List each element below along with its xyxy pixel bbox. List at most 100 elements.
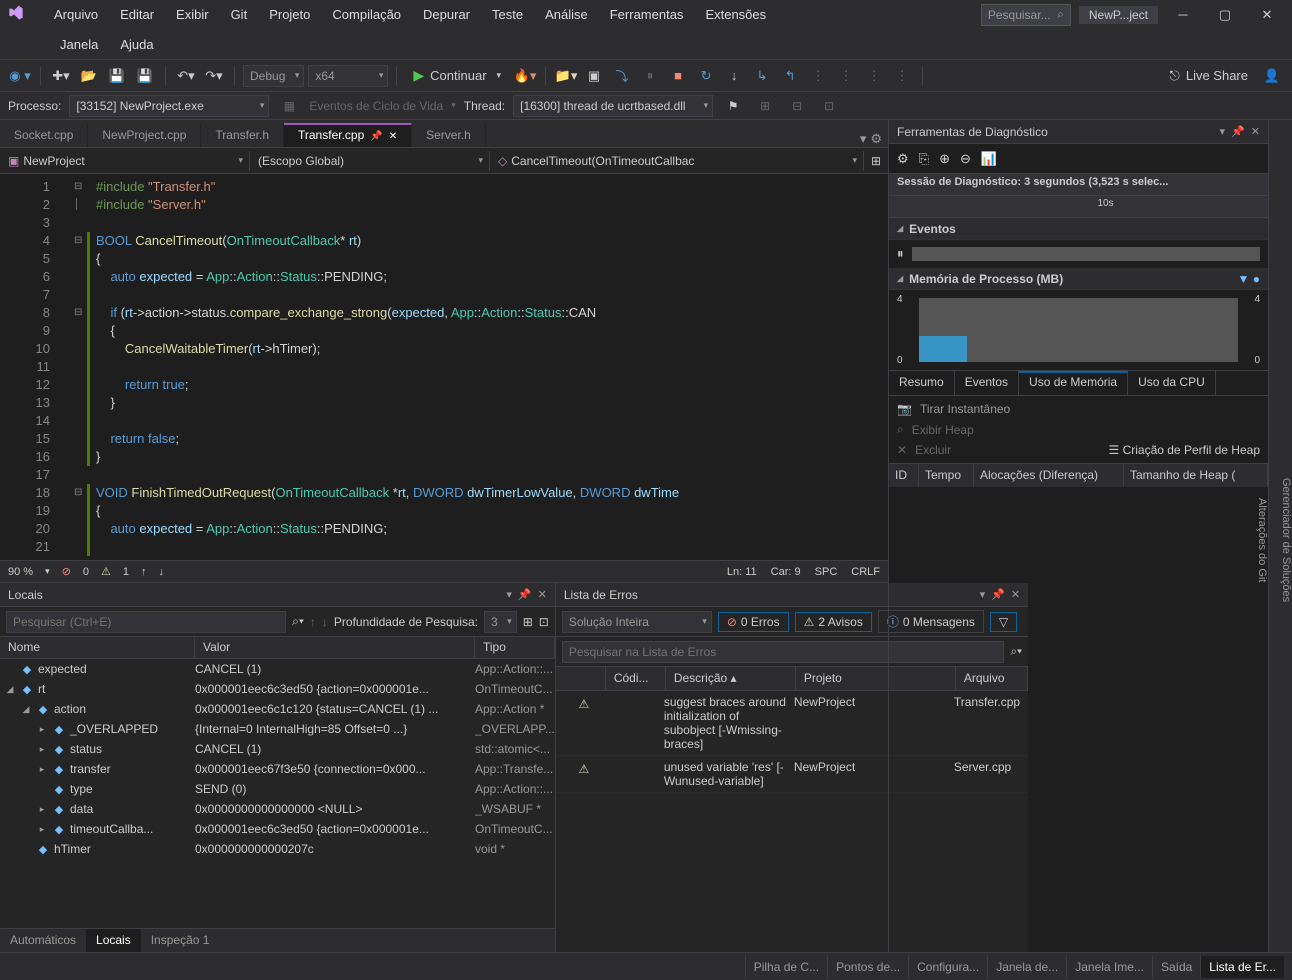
status-tab[interactable]: Configura...	[908, 956, 987, 978]
mem-header[interactable]: Memória de Processo (MB) ▼ ●	[889, 268, 1268, 290]
col-code[interactable]: Códi...	[606, 667, 666, 690]
lifecycle-icon[interactable]: ▦	[277, 94, 301, 118]
locals-tab[interactable]: Inspeção 1	[141, 929, 220, 952]
fold-icon[interactable]: │	[74, 196, 80, 214]
diag-tab[interactable]: Eventos	[955, 371, 1019, 395]
eol-indicator[interactable]: CRLF	[851, 566, 880, 578]
warn-count-pill[interactable]: ⚠2 Avisos	[795, 612, 872, 632]
menu-janela[interactable]: Janela	[50, 33, 108, 56]
panel-dropdown-icon[interactable]: ▾	[1220, 125, 1226, 138]
gear-icon[interactable]: ⚙	[897, 151, 909, 167]
user-icon[interactable]: 👤	[1260, 64, 1284, 88]
diag-tab[interactable]: Uso de Memória	[1019, 371, 1128, 395]
local-row[interactable]: ◆expectedCANCEL (1)App::Action::...	[0, 659, 555, 679]
indent-indicator[interactable]: SPC	[815, 566, 838, 578]
fold-icon[interactable]: ⊟	[74, 232, 82, 250]
file-tab[interactable]: Transfer.cpp📌✕	[284, 123, 412, 147]
stack2-icon[interactable]: ⊟	[785, 94, 809, 118]
local-row[interactable]: ▸◆_OVERLAPPED{Internal=0 InternalHigh=85…	[0, 719, 555, 739]
dots4-icon[interactable]: ⋮	[890, 64, 914, 88]
locals-tab[interactable]: Locais	[86, 929, 141, 952]
local-row[interactable]: ▸◆data0x0000000000000000 <NULL>_WSABUF *	[0, 799, 555, 819]
menu-depurar[interactable]: Depurar	[413, 3, 480, 26]
minimize-button[interactable]: ─	[1166, 2, 1200, 28]
menu-ferramentas[interactable]: Ferramentas	[600, 3, 694, 26]
zoom-out-icon[interactable]: ⊖	[960, 151, 971, 167]
menu-git[interactable]: Git	[221, 3, 258, 26]
nav-down-icon[interactable]: ↓	[322, 615, 328, 629]
pause-icon[interactable]: ⏸	[638, 64, 662, 88]
restart-icon[interactable]: ↻	[694, 64, 718, 88]
diag-timeline[interactable]: 10s	[889, 196, 1268, 218]
new-item-icon[interactable]: ✚▾	[49, 64, 73, 88]
step-over-icon[interactable]: ⤵	[610, 64, 634, 88]
locals-tab[interactable]: Automáticos	[0, 929, 86, 952]
window-icon[interactable]: ▣	[582, 64, 606, 88]
solution-name[interactable]: NewP...ject	[1079, 6, 1158, 24]
col-heap[interactable]: Tamanho de Heap (	[1124, 464, 1268, 487]
menu-análise[interactable]: Análise	[535, 3, 598, 26]
close-button[interactable]: ✕	[1250, 2, 1284, 28]
col-desc[interactable]: Descrição ▴	[666, 667, 796, 690]
menu-ajuda[interactable]: Ajuda	[110, 33, 163, 56]
status-tab[interactable]: Pontos de...	[827, 956, 908, 978]
fold-icon[interactable]: ⊟	[74, 484, 82, 502]
zoom-in-icon[interactable]: ⊕	[939, 151, 950, 167]
nav-scope[interactable]: (Escopo Global)	[250, 151, 490, 171]
flag-icon[interactable]: ⚑	[721, 94, 745, 118]
col-name[interactable]: Nome	[0, 637, 195, 658]
maximize-button[interactable]: ▢	[1208, 2, 1242, 28]
nav-project[interactable]: ▣NewProject	[0, 151, 250, 171]
menu-extensões[interactable]: Extensões	[695, 3, 776, 26]
diag-tab[interactable]: Resumo	[889, 371, 955, 395]
menu-compilação[interactable]: Compilação	[322, 3, 411, 26]
file-tab[interactable]: Server.h	[412, 123, 486, 147]
process-combo[interactable]: [33152] NewProject.exe	[69, 95, 269, 117]
panel-pin-icon[interactable]: 📌	[518, 588, 532, 601]
local-row[interactable]: ◢◆action0x000001eec6c1c120 {status=CANCE…	[0, 699, 555, 719]
status-tab[interactable]: Pilha de C...	[745, 956, 827, 978]
menu-exibir[interactable]: Exibir	[166, 3, 219, 26]
local-row[interactable]: ◆hTimer0x000000000000207cvoid *	[0, 839, 555, 859]
menu-projeto[interactable]: Projeto	[259, 3, 320, 26]
chart-icon[interactable]: 📊	[981, 151, 997, 167]
col-icon[interactable]	[556, 667, 606, 690]
col-time[interactable]: Tempo	[919, 464, 974, 487]
events-header[interactable]: Eventos	[889, 218, 1268, 240]
config-combo[interactable]: Debug	[243, 65, 304, 87]
stack-icon[interactable]: ⊞	[753, 94, 777, 118]
dots2-icon[interactable]: ⋮	[834, 64, 858, 88]
zoom-level[interactable]: 90 %	[8, 566, 33, 578]
nav-down-icon[interactable]: ↓	[158, 566, 164, 578]
open-icon[interactable]: 📂	[77, 64, 101, 88]
solution-explorer-tab[interactable]: Gerenciador de Soluções	[1280, 478, 1292, 602]
snapshot-action[interactable]: 📷Tirar Instantâneo	[897, 402, 1260, 416]
err-count-pill[interactable]: ⊘0 Erros	[718, 612, 789, 632]
col-id[interactable]: ID	[889, 464, 919, 487]
panel-dropdown-icon[interactable]: ▾	[506, 588, 512, 601]
tab-settings-icon[interactable]: ⚙	[870, 131, 882, 147]
code-editor[interactable]: 123456789101112131415161718192021 ⊟#incl…	[0, 174, 888, 560]
diag-tab[interactable]: Uso da CPU	[1128, 371, 1216, 395]
nav-up-icon[interactable]: ↑	[310, 615, 316, 629]
error-count-icon[interactable]: ⊘	[62, 565, 71, 578]
menu-teste[interactable]: Teste	[482, 3, 533, 26]
nav-split-icon[interactable]: ⊞	[864, 149, 888, 173]
hot-reload-icon[interactable]: 🔥▾	[513, 64, 537, 88]
col-alloc[interactable]: Alocações (Diferença)	[974, 464, 1124, 487]
fold-icon[interactable]: ⊟	[74, 304, 82, 322]
undo-icon[interactable]: ↶▾	[174, 64, 198, 88]
status-tab[interactable]: Lista de Er...	[1200, 956, 1284, 978]
fold-icon[interactable]: ⊟	[74, 178, 82, 196]
menu-editar[interactable]: Editar	[110, 3, 164, 26]
panel-pin-icon[interactable]: 📌	[1231, 125, 1245, 138]
heap-profile-toggle[interactable]: ☰ Criação de Perfil de Heap	[1108, 443, 1260, 457]
dots3-icon[interactable]: ⋮	[862, 64, 886, 88]
search-box[interactable]: Pesquisar... ⌕	[981, 4, 1071, 26]
platform-combo[interactable]: x64	[308, 65, 388, 87]
nav-back-icon[interactable]: ◉ ▾	[8, 64, 32, 88]
tb-icon[interactable]: ⊞	[523, 615, 533, 629]
continue-button[interactable]: ▶ Continuar▾	[405, 65, 509, 86]
live-share-button[interactable]: ⎋ Live Share	[1162, 68, 1256, 84]
redo-icon[interactable]: ↷▾	[202, 64, 226, 88]
